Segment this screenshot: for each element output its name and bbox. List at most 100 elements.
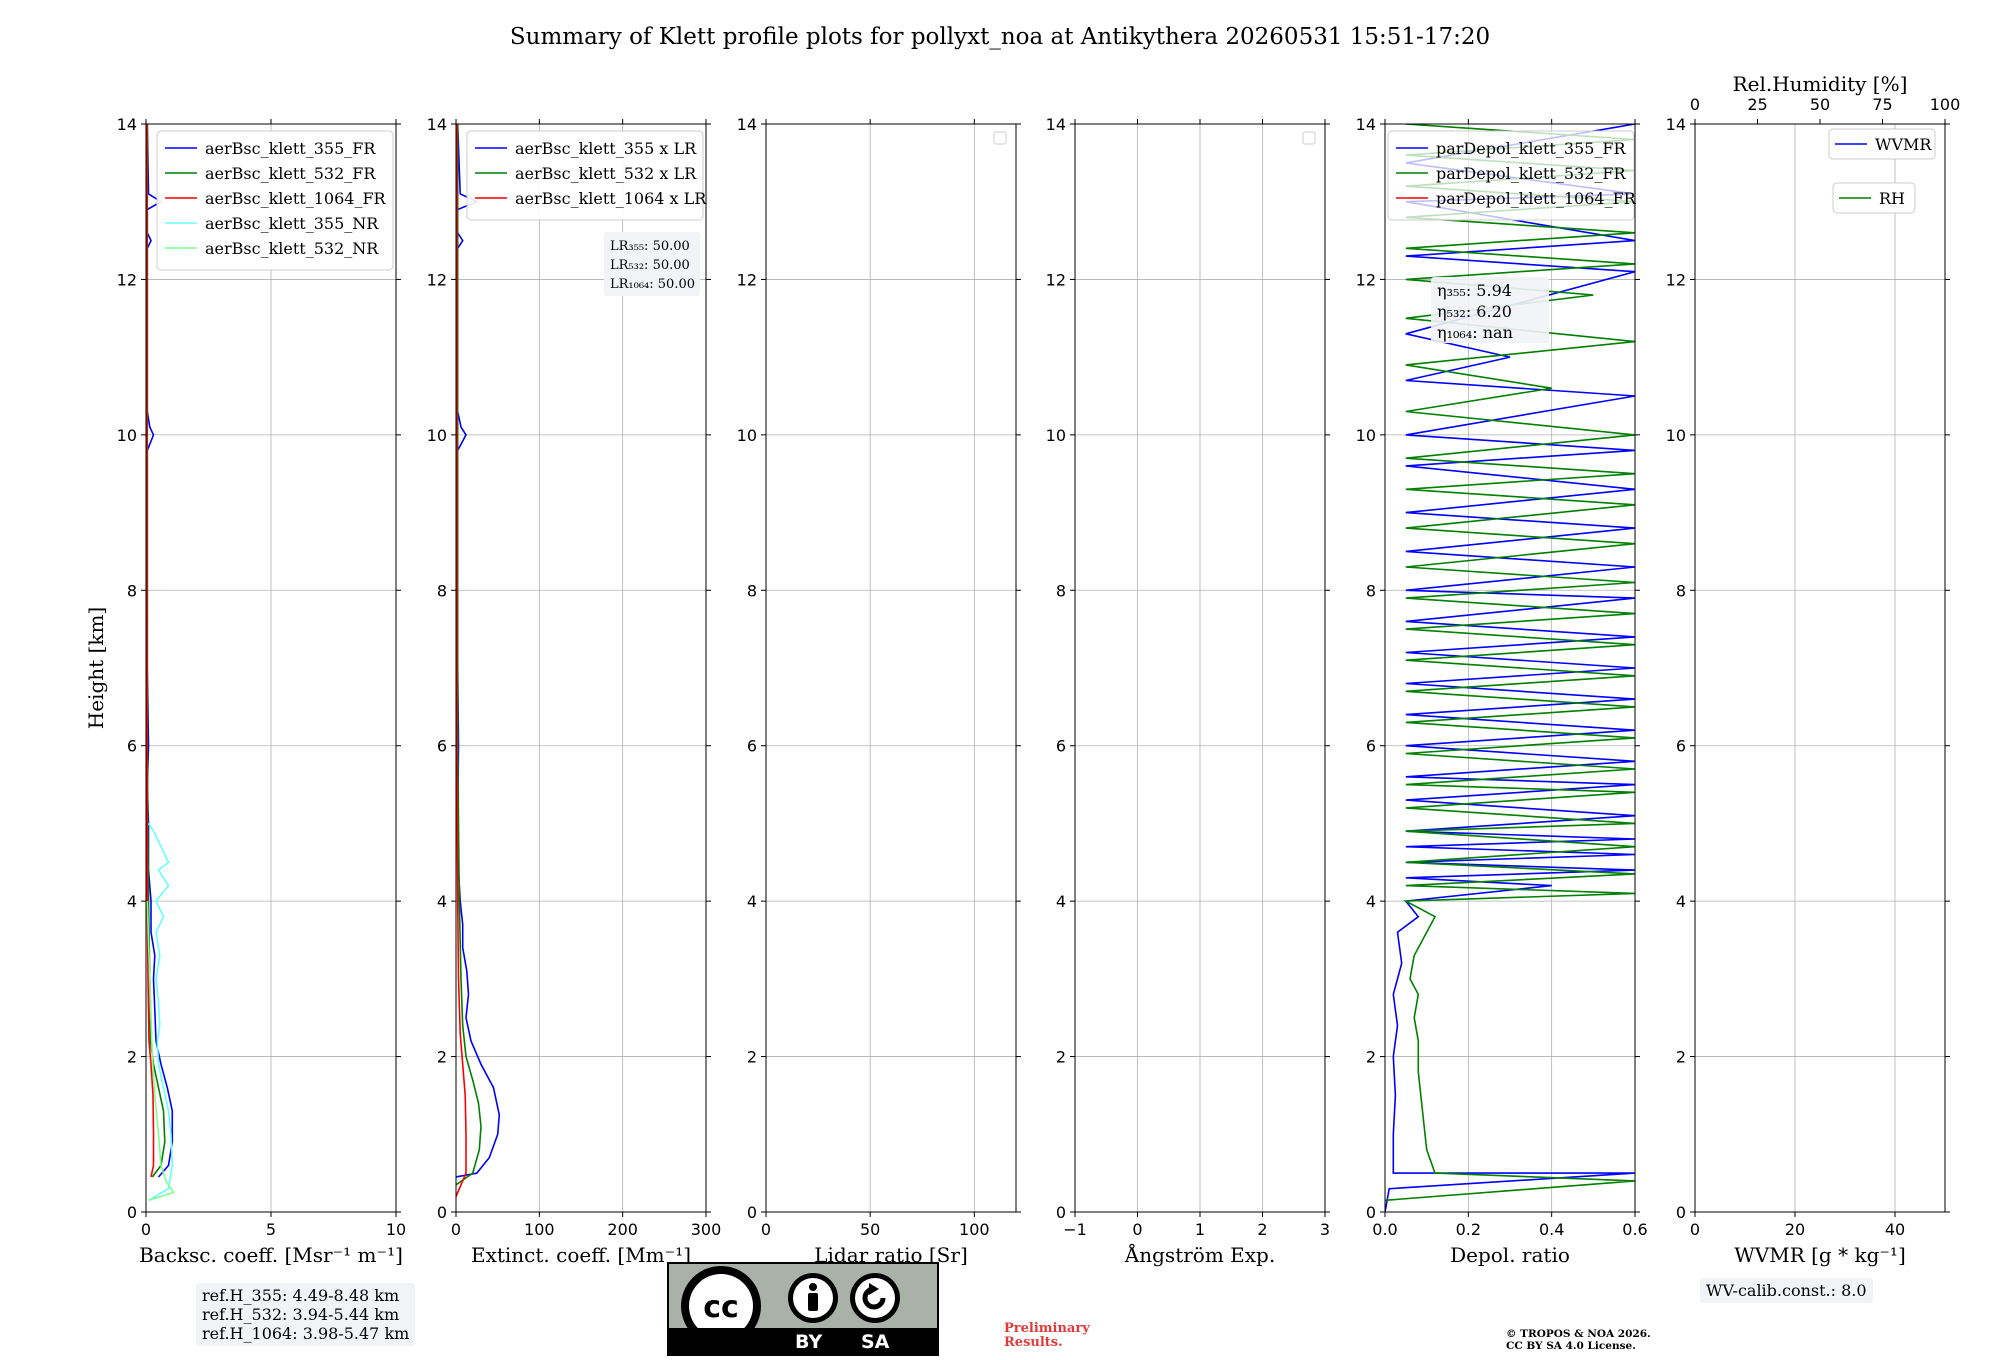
y-tick-label: 0 [127, 1203, 137, 1222]
y-tick-label: 10 [1046, 426, 1066, 445]
cc-license-logo: cc BY SA [667, 1262, 939, 1356]
y-tick-label: 10 [1666, 426, 1686, 445]
preliminary-note: Preliminary Results. [1004, 1322, 1090, 1350]
sa-icon-disc [855, 1278, 895, 1318]
x-tick-label: 0 [1132, 1220, 1142, 1239]
x-tick-label: 5 [266, 1220, 276, 1239]
x-tick-label: 0.6 [1622, 1220, 1647, 1239]
y-tick-label: 8 [1366, 581, 1376, 600]
lidar-ratio-value: LR₃₅₅: 50.00 [610, 239, 690, 254]
series-line-aerBsc_klett_532_FR [146, 124, 166, 1178]
legend-entry: parDepol_klett_1064_FR [1436, 189, 1637, 208]
y-tick-label: 4 [1676, 892, 1686, 911]
y-tick-label: 14 [1356, 115, 1376, 134]
y-tick-label: 12 [1666, 270, 1686, 289]
person-head-icon [809, 1283, 817, 1291]
y-tick-label: 4 [1366, 892, 1376, 911]
y-tick-label: 4 [1056, 892, 1066, 911]
legend-entry: aerBsc_klett_1064 x LR [515, 189, 707, 208]
ref-height-532: ref.H_532: 3.94-5.44 km [202, 1305, 400, 1324]
x-axis-label: WVMR [g * kg⁻¹] [1734, 1243, 1906, 1267]
empty-legend-box [993, 131, 1007, 145]
panel-4: −1 0 1 2 302468101214Ångström Exp. [1046, 115, 1330, 1267]
y-tick-label: 6 [1366, 737, 1376, 756]
eta-value: η₁₀₆₄: nan [1437, 323, 1513, 342]
ref-height-355: ref.H_355: 4.49-8.48 km [202, 1286, 400, 1305]
y-tick-label: 0 [1366, 1203, 1376, 1222]
y-tick-label: 2 [1366, 1048, 1376, 1067]
legend-entry: aerBsc_klett_1064_FR [205, 189, 387, 208]
legend-entry: aerBsc_klett_532_NR [205, 239, 379, 258]
y-tick-label: 2 [437, 1048, 447, 1067]
y-tick-label: 8 [1676, 581, 1686, 600]
x-tick-label: 100 [524, 1220, 555, 1239]
lidar-ratio-value: LR₅₃₂: 50.00 [610, 258, 690, 273]
panel-6: 0 20 40 0 2 4 6 8 10 12 14 WVMR [g * kg⁻¹] 0 25 50 75 10… [1666, 72, 1961, 1267]
x-axis-label: Depol. ratio [1450, 1243, 1570, 1267]
panel-5: 0.0 0.2 0.4 0.6 0 2 4 6 8 10 12 14 Depol. ratio parDe… [1356, 115, 1648, 1267]
legend-entry: aerBsc_klett_532 x LR [515, 164, 697, 183]
x2-tick-label: 50 [1810, 95, 1830, 114]
panel-frame [765, 123, 1017, 1213]
x-axis-label: Extinct. coeff. [Mm⁻¹] [471, 1243, 691, 1267]
y-tick-label: 10 [737, 426, 757, 445]
y-tick-label: 6 [127, 737, 137, 756]
x-tick-label: −1 [1063, 1220, 1087, 1239]
y-tick-label: 14 [737, 115, 757, 134]
y-tick-label: 2 [127, 1048, 137, 1067]
panel-1: 0 5 10 0 2 4 6 8 10 12 14 Backsc. coeff. [Msr⁻¹ m⁻¹… [117, 115, 407, 1267]
y-tick-label: 0 [1056, 1203, 1066, 1222]
x-tick-label: 3 [1320, 1220, 1330, 1239]
y-tick-label: 4 [747, 892, 757, 911]
x2-tick-label: 25 [1747, 95, 1767, 114]
y-tick-label: 6 [1056, 737, 1066, 756]
y-tick-label: 0 [747, 1203, 757, 1222]
figure-canvas: Summary of Klett profile plots for polly… [84, 24, 1961, 1267]
y-tick-label: 8 [747, 581, 757, 600]
wv-calibration-box: WV-calib.const.: 8.0 [1700, 1278, 1873, 1303]
legend-entry: parDepol_klett_355_FR [1436, 139, 1627, 158]
y-axis-label: Height [km] [84, 607, 108, 729]
eta-value: η₅₃₂: 6.20 [1437, 302, 1512, 321]
y-tick-label: 14 [427, 115, 447, 134]
x-tick-label: 300 [691, 1220, 722, 1239]
legend-entry: WVMR [1875, 135, 1932, 154]
legend-entry: aerBsc_klett_355_NR [205, 214, 379, 233]
panel-3: 0 50 10002468101214Lidar ratio [Sr] [737, 115, 1021, 1267]
x-tick-label: 50 [860, 1220, 880, 1239]
y-tick-label: 14 [117, 115, 137, 134]
figure-title: Summary of Klett profile plots for polly… [510, 24, 1490, 50]
x-axis-label: Backsc. coeff. [Msr⁻¹ m⁻¹] [139, 1243, 403, 1267]
x2-tick-label: 0 [1690, 95, 1700, 114]
y-tick-label: 4 [437, 892, 447, 911]
legend-entry: aerBsc_klett_355 x LR [515, 139, 697, 158]
cc-sa-label: SA [861, 1331, 890, 1353]
y-tick-label: 6 [437, 737, 447, 756]
y-tick-label: 12 [117, 270, 137, 289]
y-tick-label: 8 [437, 581, 447, 600]
y-tick-label: 14 [1666, 115, 1686, 134]
preliminary-line-1: Preliminary [1004, 1321, 1090, 1336]
y-tick-label: 10 [117, 426, 137, 445]
x-tick-label: 200 [607, 1220, 638, 1239]
x-tick-label: 0 [451, 1220, 461, 1239]
y-tick-label: 6 [747, 737, 757, 756]
panel-2: 0 100 200 300 0 2 4 6 8 10 12 14 Extinct. coeff. [Mm… [427, 115, 722, 1267]
x-tick-label: 20 [1785, 1220, 1805, 1239]
x-tick-label: 1 [1195, 1220, 1205, 1239]
x-tick-label: 0.0 [1372, 1220, 1397, 1239]
person-body-icon [808, 1293, 818, 1311]
x-tick-label: 100 [959, 1220, 990, 1239]
series-line-aerBsc_klett_355_NR [147, 822, 174, 1201]
x-tick-label: 0 [761, 1220, 771, 1239]
y-tick-label: 4 [127, 892, 137, 911]
copyright-line-1: © TROPOS & NOA 2026. [1506, 1328, 1651, 1340]
x-tick-label: 0 [1690, 1220, 1700, 1239]
cc-by-label: BY [795, 1331, 823, 1353]
x-tick-label: 10 [386, 1220, 406, 1239]
x-tick-label: 0 [141, 1220, 151, 1239]
y-tick-label: 12 [1046, 270, 1066, 289]
copyright-note: © TROPOS & NOA 2026. CC BY SA 4.0 Licens… [1506, 1328, 1651, 1352]
y-tick-label: 8 [127, 581, 137, 600]
empty-legend-box [1302, 131, 1316, 145]
